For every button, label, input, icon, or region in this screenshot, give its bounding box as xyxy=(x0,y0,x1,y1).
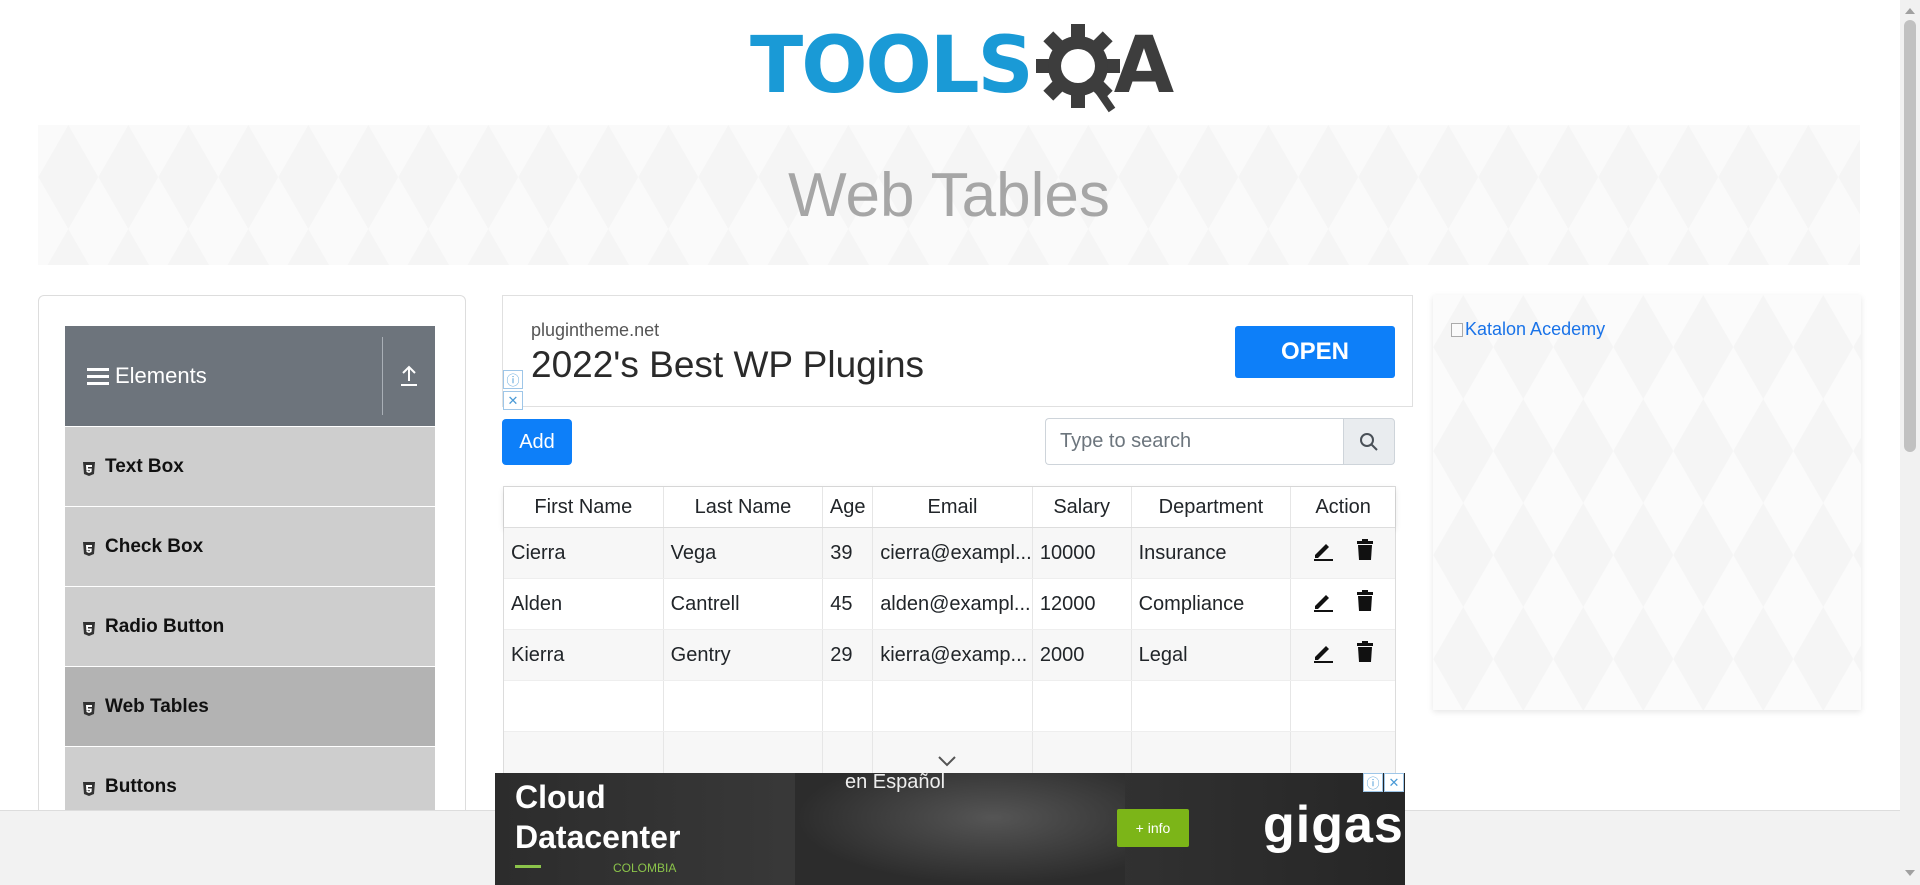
ad-close-icon[interactable]: ✕ xyxy=(503,391,523,410)
html5-icon xyxy=(83,540,95,556)
table-cell: 39 xyxy=(823,528,874,578)
ad-close-icon[interactable]: ✕ xyxy=(1384,773,1404,792)
column-header[interactable]: Department xyxy=(1132,487,1292,527)
web-table: First Name Last Name Age Email Salary De… xyxy=(503,486,1396,784)
html5-icon xyxy=(83,780,95,796)
table-cell: Cantrell xyxy=(664,579,824,629)
table-cell: cierra@exampl... xyxy=(873,528,1033,578)
ad-domain: plugintheme.net xyxy=(531,320,660,340)
ad-overlay-text: en Español xyxy=(845,773,946,793)
table-cell: 10000 xyxy=(1033,528,1132,578)
column-header[interactable]: Age xyxy=(823,487,874,527)
sidebar-menu: Text Box Check Box Radio Button Web Tabl… xyxy=(65,426,435,826)
ad-headline-line2: Datacenter xyxy=(515,819,681,855)
table-cell-action xyxy=(1291,528,1395,578)
table-cell: Compliance xyxy=(1132,579,1292,629)
gear-magnifier-icon xyxy=(1035,24,1120,113)
sidebar-item-check-box[interactable]: Check Box xyxy=(65,506,435,586)
sidebar-item-web-tables[interactable]: Web Tables xyxy=(65,666,435,746)
ad-info-icon[interactable]: ⓘ xyxy=(1363,773,1383,792)
sidebar: Elements Text Box Check Box Radio Button… xyxy=(38,295,466,885)
ad-side[interactable]: Katalon Acedemy xyxy=(1433,295,1861,710)
add-record-button[interactable]: Add xyxy=(502,419,572,465)
table-row: Cierra Vega 39 cierra@exampl... 10000 In… xyxy=(504,528,1395,579)
ad-info-icon[interactable]: ⓘ xyxy=(503,370,523,389)
table-cell: 45 xyxy=(823,579,874,629)
table-cell: Vega xyxy=(664,528,824,578)
ad-banner-top[interactable]: plugintheme.net 2022's Best WP Plugins O… xyxy=(502,295,1413,410)
column-header[interactable]: Salary xyxy=(1033,487,1132,527)
collapse-up-icon[interactable] xyxy=(383,326,435,426)
search-input[interactable] xyxy=(1045,418,1343,465)
table-cell: kierra@examp... xyxy=(873,630,1033,680)
hamburger-icon xyxy=(87,364,109,389)
sidebar-item-label: Web Tables xyxy=(105,695,209,717)
html5-icon xyxy=(83,700,95,716)
search-icon[interactable] xyxy=(1343,418,1395,465)
sidebar-item-label: Check Box xyxy=(105,535,204,557)
table-cell: Alden xyxy=(504,579,664,629)
edit-icon[interactable] xyxy=(1312,641,1334,669)
table-row-empty xyxy=(504,681,1395,732)
toolsqa-logo[interactable]: TOOLS A xyxy=(750,18,1174,114)
table-header-row: First Name Last Name Age Email Salary De… xyxy=(504,487,1395,528)
ad-info-button[interactable]: + info xyxy=(1117,809,1189,847)
sidebar-item-radio-button[interactable]: Radio Button xyxy=(65,586,435,666)
search-box xyxy=(1045,418,1395,465)
logo-text-a: A xyxy=(1113,21,1175,111)
broken-image-icon xyxy=(1451,322,1463,337)
table-cell-action xyxy=(1291,579,1395,629)
table-cell: 12000 xyxy=(1033,579,1132,629)
ad-image-link[interactable]: Katalon Acedemy xyxy=(1451,319,1605,340)
column-header[interactable]: First Name xyxy=(504,487,664,527)
column-header[interactable]: Last Name xyxy=(664,487,824,527)
html5-icon xyxy=(83,620,95,636)
table-row: Alden Cantrell 45 alden@exampl... 12000 … xyxy=(504,579,1395,630)
table-cell: Cierra xyxy=(504,528,664,578)
ad-alt-text: Katalon Acedemy xyxy=(1465,319,1606,339)
table-cell: Insurance xyxy=(1132,528,1292,578)
table-cell: 2000 xyxy=(1033,630,1132,680)
table-row: Kierra Gentry 29 kierra@examp... 2000 Le… xyxy=(504,630,1395,681)
page-banner: Web Tables xyxy=(38,125,1860,265)
page-scrollbar[interactable] xyxy=(1900,0,1920,885)
ad-country: COLOMBIA xyxy=(613,861,677,875)
divider xyxy=(515,865,541,868)
ad-choices: ⓘ ✕ xyxy=(503,370,525,412)
sidebar-item-text-box[interactable]: Text Box xyxy=(65,426,435,506)
page-title: Web Tables xyxy=(788,160,1110,230)
sidebar-item-label: Text Box xyxy=(105,455,184,477)
table-cell: Kierra xyxy=(504,630,664,680)
ad-brand-logo: gigas xyxy=(1263,796,1404,854)
table-cell-action xyxy=(1291,630,1395,680)
edit-icon[interactable] xyxy=(1312,539,1334,567)
scroll-up-icon[interactable] xyxy=(1905,6,1915,14)
table-cell: Gentry xyxy=(664,630,824,680)
column-header: Action xyxy=(1315,495,1371,518)
delete-icon[interactable] xyxy=(1356,590,1374,618)
table-cell: 29 xyxy=(823,630,874,680)
column-header[interactable]: Email xyxy=(873,487,1033,527)
delete-icon[interactable] xyxy=(1356,641,1374,669)
chevron-down-icon[interactable] xyxy=(936,754,958,768)
sidebar-item-label: Radio Button xyxy=(105,615,225,637)
sidebar-group-title: Elements xyxy=(115,363,207,388)
html5-icon xyxy=(83,460,95,476)
logo-text-tools: TOOLS xyxy=(750,21,1034,111)
scrollbar-thumb[interactable] xyxy=(1904,20,1916,452)
table-cell: Legal xyxy=(1132,630,1292,680)
ad-banner-bottom[interactable]: en Español Cloud Datacenter COLOMBIA + i… xyxy=(495,773,1405,885)
sidebar-group-elements[interactable]: Elements xyxy=(65,326,435,426)
ad-open-button[interactable]: OPEN xyxy=(1235,326,1395,378)
ad-headline-line1: Cloud xyxy=(515,779,606,815)
delete-icon[interactable] xyxy=(1356,539,1374,567)
sidebar-item-label: Buttons xyxy=(105,775,177,797)
ad-headline: 2022's Best WP Plugins xyxy=(531,344,925,385)
table-cell: alden@exampl... xyxy=(873,579,1033,629)
scroll-down-icon[interactable] xyxy=(1905,870,1915,878)
edit-icon[interactable] xyxy=(1312,590,1334,618)
